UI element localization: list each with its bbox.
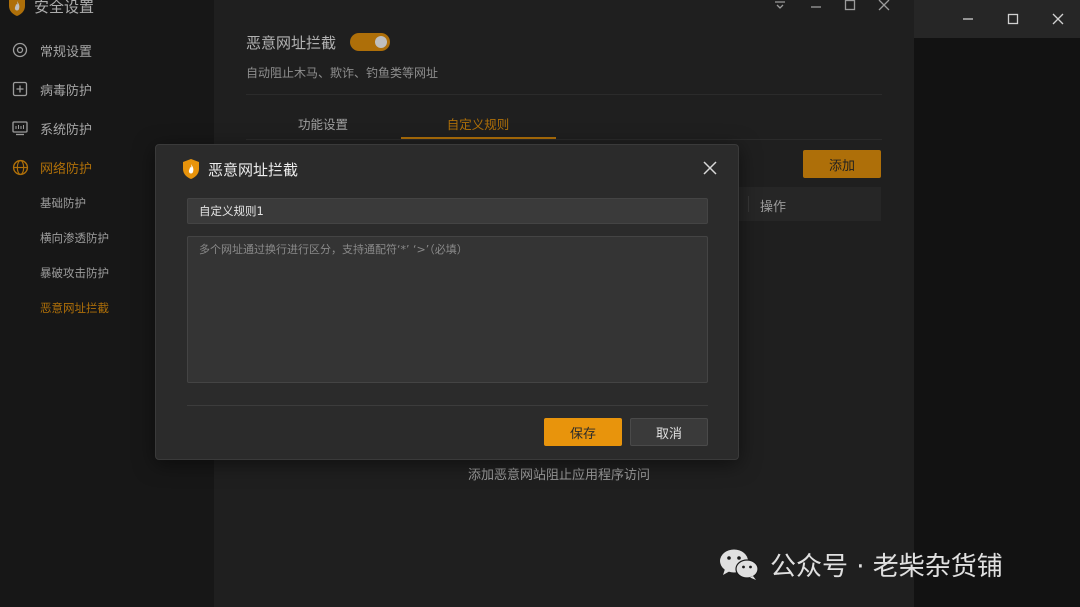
watermark-text: 公众号 · 老柴杂货铺 xyxy=(770,551,1003,582)
dialog-divider xyxy=(187,405,708,406)
close-icon[interactable] xyxy=(701,159,719,177)
shield-flame-logo-icon xyxy=(183,159,199,179)
url-list-textarea[interactable] xyxy=(187,236,708,383)
wechat-icon xyxy=(720,549,759,580)
app-window: 安全设置 常规设置 病毒防护 系统防护 网络防护 基础防护 横向渗透防护 暴破攻… xyxy=(0,0,1080,607)
minimize-icon[interactable] xyxy=(962,13,974,25)
cancel-button[interactable]: 取消 xyxy=(630,418,708,446)
maximize-icon[interactable] xyxy=(1007,13,1019,25)
close-icon[interactable] xyxy=(1052,13,1064,25)
rule-dialog: 恶意网址拦截 保存 取消 xyxy=(155,144,739,460)
dialog-title: 恶意网址拦截 xyxy=(208,161,299,179)
save-button[interactable]: 保存 xyxy=(544,418,622,446)
watermark: 公众号 · 老柴杂货铺 xyxy=(718,544,1003,584)
background-window xyxy=(914,0,1080,607)
rule-name-input[interactable] xyxy=(187,198,708,224)
background-window-titlebar xyxy=(914,0,1080,38)
